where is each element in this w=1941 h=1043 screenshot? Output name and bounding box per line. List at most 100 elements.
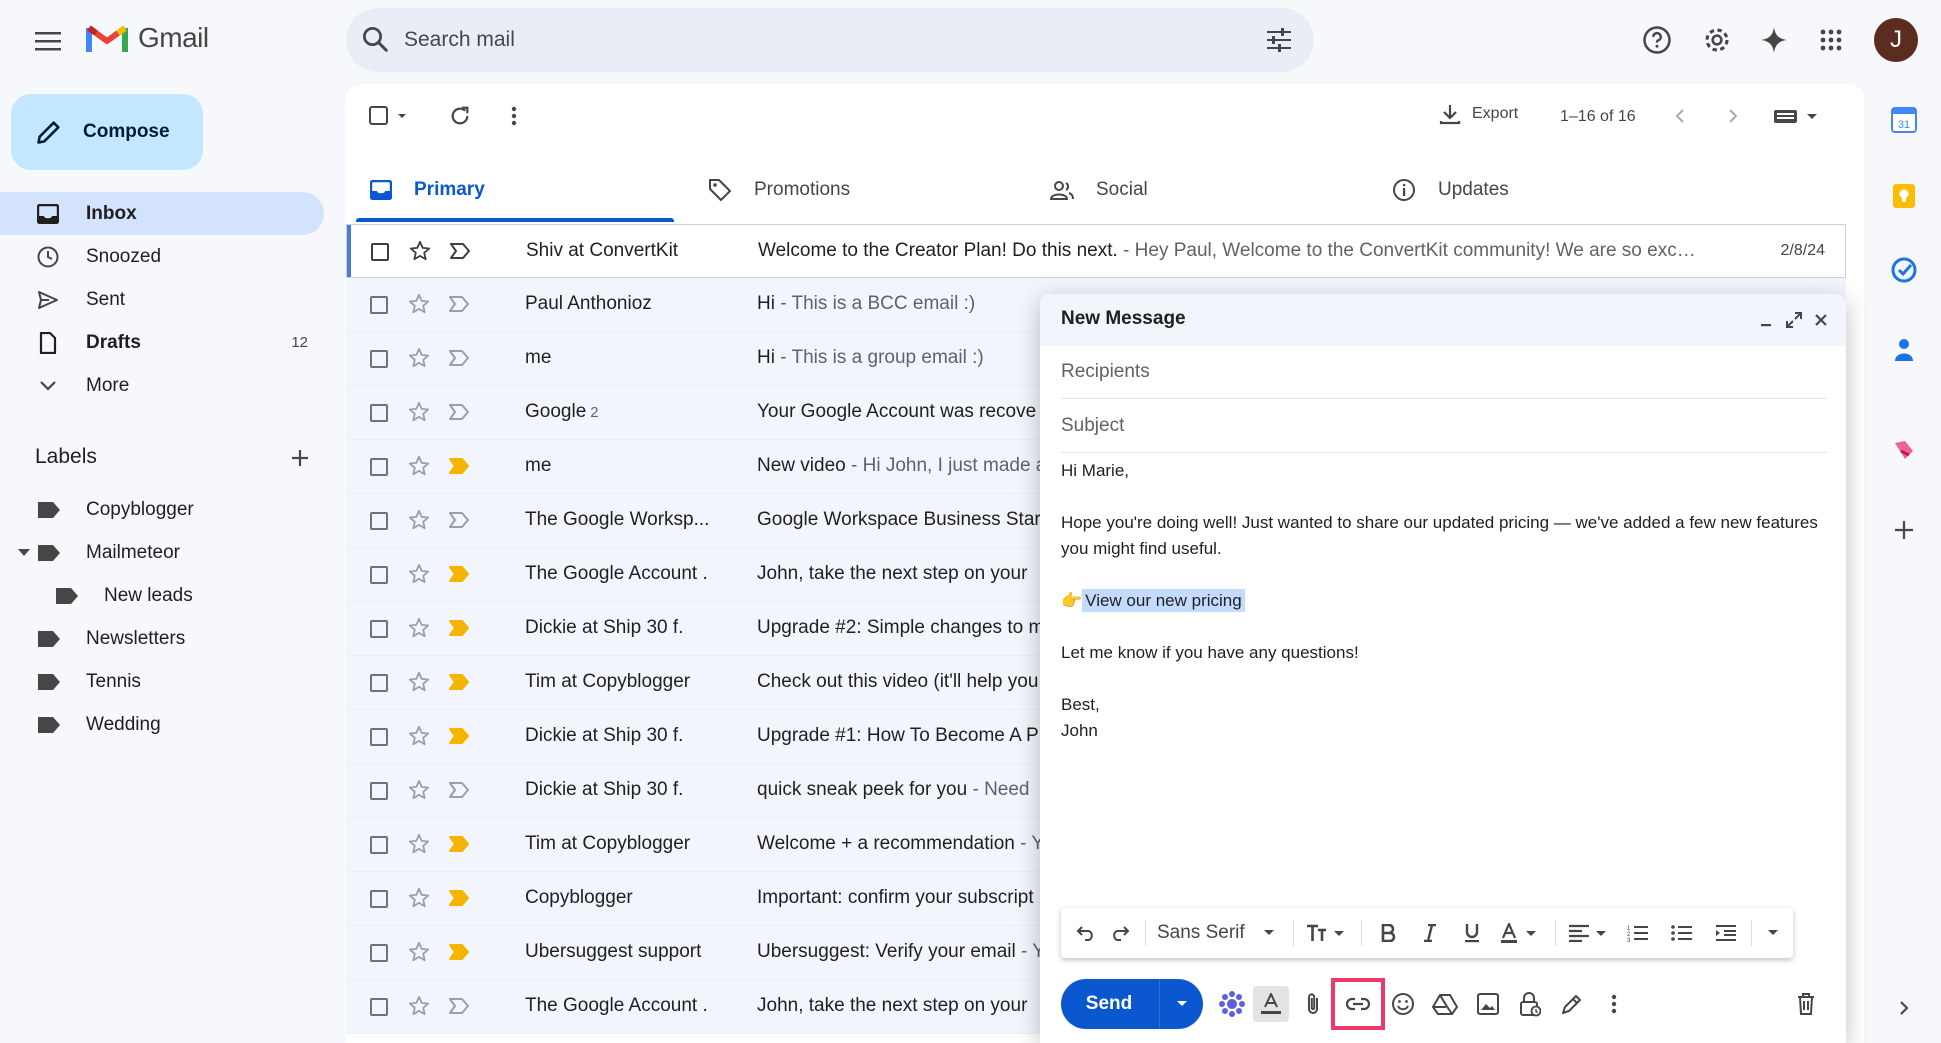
- insert-link-icon[interactable]: [1331, 978, 1385, 1030]
- gmail-logo[interactable]: Gmail: [86, 22, 209, 54]
- apps-grid-icon[interactable]: [1811, 20, 1851, 60]
- label-item-new-leads[interactable]: New leads: [0, 574, 320, 617]
- importance-marker-icon[interactable]: [448, 673, 470, 691]
- discard-trash-icon[interactable]: [1788, 986, 1824, 1022]
- importance-marker-icon[interactable]: [449, 242, 471, 260]
- get-addons-plus-icon[interactable]: [1880, 506, 1928, 554]
- star-icon[interactable]: [408, 725, 430, 747]
- star-icon[interactable]: [409, 240, 431, 262]
- importance-marker-icon[interactable]: [448, 565, 470, 583]
- calendar-icon[interactable]: 31: [1880, 96, 1928, 144]
- search-options-icon[interactable]: [1266, 28, 1292, 52]
- label-item-copyblogger[interactable]: Copyblogger: [0, 488, 320, 531]
- confidential-mode-icon[interactable]: [1512, 986, 1548, 1022]
- tab-updates[interactable]: Updates: [1392, 156, 1509, 224]
- insert-photo-icon[interactable]: [1470, 986, 1506, 1022]
- star-icon[interactable]: [408, 563, 430, 585]
- account-avatar[interactable]: J: [1874, 18, 1918, 62]
- row-checkbox[interactable]: [370, 728, 388, 746]
- star-icon[interactable]: [408, 941, 430, 963]
- row-checkbox[interactable]: [370, 458, 388, 476]
- input-tools-keyboard-icon[interactable]: [1770, 99, 1824, 133]
- row-checkbox[interactable]: [370, 944, 388, 962]
- expand-panel-chevron-icon[interactable]: [1880, 984, 1928, 1032]
- nav-item-inbox[interactable]: Inbox: [0, 192, 324, 235]
- emoji-icon[interactable]: [1385, 986, 1421, 1022]
- attach-file-icon[interactable]: [1295, 986, 1331, 1022]
- underline-icon[interactable]: [1455, 918, 1489, 948]
- importance-marker-icon[interactable]: [448, 781, 470, 799]
- minimize-icon[interactable]: [1754, 308, 1778, 332]
- nav-item-snoozed[interactable]: Snoozed: [0, 235, 324, 278]
- importance-marker-icon[interactable]: [448, 835, 470, 853]
- search-bar[interactable]: [346, 8, 1314, 72]
- next-page-icon[interactable]: [1716, 99, 1750, 133]
- row-checkbox[interactable]: [370, 404, 388, 422]
- importance-marker-icon[interactable]: [448, 403, 470, 421]
- row-checkbox[interactable]: [370, 782, 388, 800]
- export-button[interactable]: Export: [1438, 102, 1518, 126]
- nav-item-drafts[interactable]: Drafts 12: [0, 321, 324, 364]
- star-icon[interactable]: [408, 455, 430, 477]
- send-button[interactable]: Send: [1061, 979, 1157, 1029]
- importance-marker-icon[interactable]: [448, 997, 470, 1015]
- subject-field[interactable]: Subject: [1061, 400, 1827, 453]
- importance-marker-icon[interactable]: [448, 619, 470, 637]
- importance-marker-icon[interactable]: [448, 511, 470, 529]
- label-item-wedding[interactable]: Wedding: [0, 703, 320, 746]
- indent-icon[interactable]: [1709, 918, 1743, 948]
- schedule-send-dropdown[interactable]: [1159, 979, 1203, 1029]
- row-checkbox[interactable]: [370, 566, 388, 584]
- search-input[interactable]: [404, 20, 1204, 60]
- mailmeteor-addon-icon[interactable]: [1214, 986, 1250, 1022]
- more-options-icon[interactable]: [1596, 986, 1632, 1022]
- gemini-sparkle-icon[interactable]: [1754, 20, 1794, 60]
- select-all-checkbox[interactable]: [366, 99, 414, 133]
- undo-icon[interactable]: [1069, 918, 1103, 948]
- selected-link-text[interactable]: View our new pricing: [1082, 589, 1245, 612]
- row-checkbox[interactable]: [370, 836, 388, 854]
- close-icon[interactable]: [1809, 308, 1833, 332]
- more-formatting-icon[interactable]: [1759, 918, 1787, 948]
- star-icon[interactable]: [408, 293, 430, 315]
- label-item-mailmeteor[interactable]: Mailmeteor: [0, 531, 320, 574]
- recipients-field[interactable]: Recipients: [1061, 346, 1827, 399]
- font-size-icon[interactable]: [1303, 918, 1353, 948]
- importance-marker-icon[interactable]: [448, 295, 470, 313]
- importance-marker-icon[interactable]: [448, 889, 470, 907]
- row-checkbox[interactable]: [370, 998, 388, 1016]
- importance-marker-icon[interactable]: [448, 943, 470, 961]
- tab-social[interactable]: Social: [1050, 156, 1148, 224]
- signature-pen-icon[interactable]: [1554, 986, 1590, 1022]
- star-icon[interactable]: [408, 401, 430, 423]
- fullscreen-icon[interactable]: [1782, 308, 1806, 332]
- star-icon[interactable]: [408, 509, 430, 531]
- nav-item-more[interactable]: More: [0, 364, 324, 407]
- bold-icon[interactable]: [1371, 918, 1405, 948]
- star-icon[interactable]: [408, 671, 430, 693]
- importance-marker-icon[interactable]: [448, 457, 470, 475]
- tasks-icon[interactable]: [1880, 246, 1928, 294]
- bulleted-list-icon[interactable]: [1665, 918, 1699, 948]
- text-color-icon[interactable]: [1497, 918, 1547, 948]
- row-checkbox[interactable]: [370, 890, 388, 908]
- add-label-icon[interactable]: [286, 444, 314, 472]
- importance-marker-icon[interactable]: [448, 349, 470, 367]
- redo-icon[interactable]: [1103, 918, 1137, 948]
- numbered-list-icon[interactable]: 123: [1621, 918, 1655, 948]
- prev-page-icon[interactable]: [1663, 99, 1697, 133]
- google-drive-icon[interactable]: [1427, 986, 1463, 1022]
- font-family-select[interactable]: Sans Serif: [1157, 918, 1287, 948]
- row-checkbox[interactable]: [370, 620, 388, 638]
- star-icon[interactable]: [408, 347, 430, 369]
- importance-marker-icon[interactable]: [448, 727, 470, 745]
- align-icon[interactable]: [1565, 918, 1615, 948]
- compose-header[interactable]: New Message: [1040, 294, 1846, 346]
- star-icon[interactable]: [408, 833, 430, 855]
- main-menu-button[interactable]: [30, 23, 66, 59]
- star-icon[interactable]: [408, 779, 430, 801]
- search-icon[interactable]: [360, 24, 390, 54]
- expand-caret-icon[interactable]: [18, 549, 30, 556]
- more-vert-icon[interactable]: [497, 99, 531, 133]
- tab-promotions[interactable]: Promotions: [708, 156, 850, 224]
